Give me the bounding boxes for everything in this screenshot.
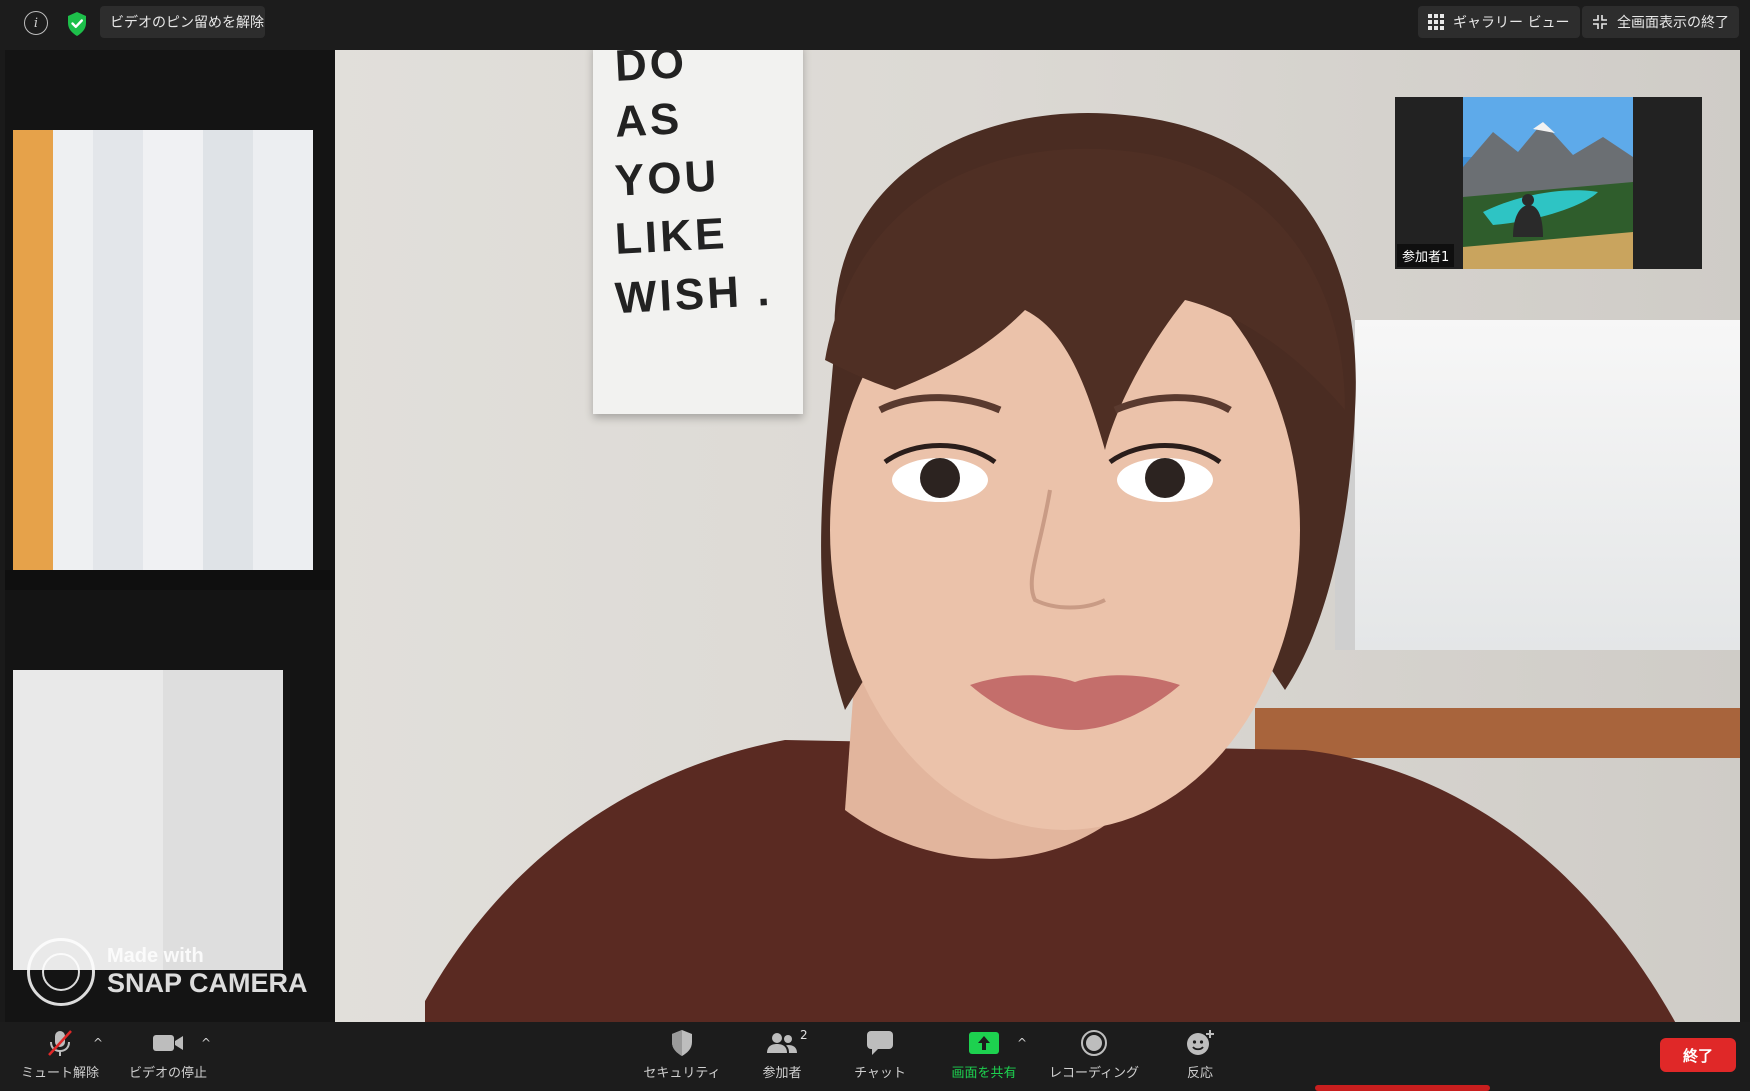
watermark-line2: SNAP CAMERA [107,968,308,998]
stop-video-button[interactable]: ビデオの停止 [126,1026,210,1088]
collapse-icon [1592,14,1608,30]
poster-line: DO [613,50,689,91]
participants-label: 参加者 [762,1066,802,1081]
gallery-view-button[interactable]: ギャラリー ビュー [1418,6,1580,38]
share-options-caret-icon[interactable]: ^ [1017,1036,1027,1050]
active-indicator-bar [1315,1085,1490,1091]
mic-off-icon [45,1026,75,1060]
thumbnail-landscape-image [1463,97,1633,269]
chat-label: チャット [854,1066,906,1081]
reactions-label: 反応 [1186,1066,1213,1081]
record-icon [1080,1026,1108,1060]
exit-fullscreen-label: 全画面表示の終了 [1617,15,1729,31]
security-button[interactable]: セキュリティ [640,1026,724,1088]
share-screen-icon [968,1026,1000,1060]
security-label: セキュリティ [643,1066,721,1081]
unpin-video-label: ビデオのピン留めを解除 [110,15,264,31]
gallery-view-label: ギャラリー ビュー [1453,15,1570,31]
mute-options-caret-icon[interactable]: ^ [93,1036,103,1050]
shield-check-icon[interactable] [66,11,88,37]
participant-thumbnail[interactable]: 参加者1 [1395,97,1702,269]
camera-icon [152,1026,184,1060]
participants-icon [766,1026,798,1060]
stop-video-label: ビデオの停止 [128,1066,207,1081]
info-icon[interactable]: i [24,11,48,35]
participants-count: 2 [800,1028,808,1042]
chat-button[interactable]: チャット [840,1026,920,1088]
shield-icon [670,1026,694,1060]
unmute-label: ミュート解除 [20,1066,99,1081]
participants-button[interactable]: 2 参加者 [742,1026,822,1088]
video-bookshelf [5,50,335,1022]
end-meeting-button[interactable]: 終了 [1660,1038,1736,1072]
share-screen-label: 画面を共有 [951,1066,1017,1081]
unpin-video-button[interactable]: ビデオのピン留めを解除 [100,6,265,38]
snap-camera-watermark: Made with SNAP CAMERA [27,938,308,1006]
top-bar: i ビデオのピン留めを解除 ギャラリー ビュー 全画面表示の終了 [0,0,1750,50]
meeting-toolbar: ミュート解除 ^ ビデオの停止 ^ セキュリティ 2 参加者 チャット 画面を共… [0,1022,1750,1091]
record-button[interactable]: レコーディング [1044,1026,1144,1088]
unmute-button[interactable]: ミュート解除 [18,1026,102,1088]
watermark-line1: Made with [107,945,204,967]
grid-icon [1428,14,1444,30]
video-options-caret-icon[interactable]: ^ [201,1036,211,1050]
participant-name-label: 参加者1 [1397,244,1455,267]
chat-icon [866,1026,894,1060]
share-screen-button[interactable]: 画面を共有 [944,1026,1024,1088]
snap-camera-logo-icon [27,938,95,1006]
emoji-icon [1185,1026,1215,1060]
exit-fullscreen-button[interactable]: 全画面表示の終了 [1582,6,1739,38]
reactions-button[interactable]: 反応 [1162,1026,1238,1088]
record-label: レコーディング [1048,1066,1140,1081]
